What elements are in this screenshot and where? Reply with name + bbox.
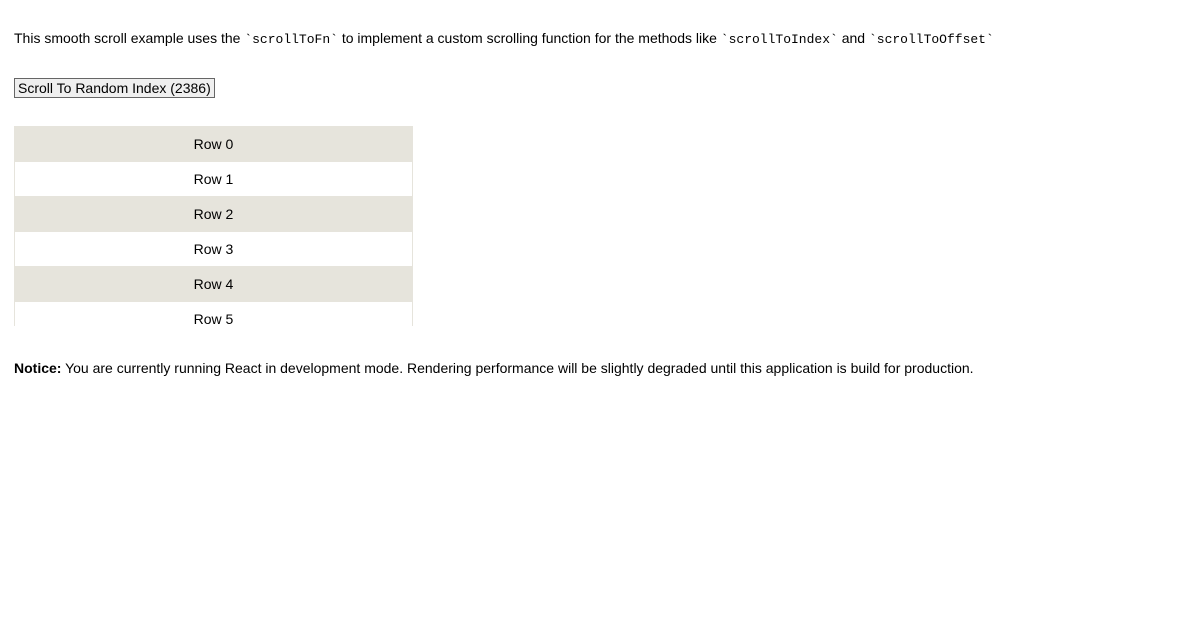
list-row: Row 0	[15, 127, 412, 162]
description-text-3: and	[838, 30, 869, 46]
row-label: Row 4	[194, 276, 234, 292]
list-row: Row 1	[15, 162, 412, 197]
row-label: Row 5	[194, 311, 234, 326]
row-label: Row 1	[194, 171, 234, 187]
description-paragraph: This smooth scroll example uses the `scr…	[14, 28, 1186, 50]
list-row: Row 2	[15, 197, 412, 232]
code-scrolltoindex: `scrollToIndex`	[721, 32, 838, 47]
row-label: Row 2	[194, 206, 234, 222]
notice-label: Notice:	[14, 360, 61, 376]
row-label: Row 3	[194, 241, 234, 257]
description-text-2: to implement a custom scrolling function…	[338, 30, 721, 46]
virtual-list[interactable]: Row 0 Row 1 Row 2 Row 3 Row 4 Row 5	[14, 126, 413, 326]
code-scrolltofn: `scrollToFn`	[244, 32, 338, 47]
list-row: Row 3	[15, 232, 412, 267]
list-row: Row 4	[15, 267, 412, 302]
notice-text: You are currently running React in devel…	[61, 360, 973, 376]
notice-paragraph: Notice: You are currently running React …	[14, 360, 1186, 376]
list-row: Row 5	[15, 302, 412, 326]
scroll-random-button[interactable]: Scroll To Random Index (2386)	[14, 78, 215, 98]
code-scrolltooffset: `scrollToOffset`	[869, 32, 994, 47]
row-label: Row 0	[194, 136, 234, 152]
description-text-1: This smooth scroll example uses the	[14, 30, 244, 46]
